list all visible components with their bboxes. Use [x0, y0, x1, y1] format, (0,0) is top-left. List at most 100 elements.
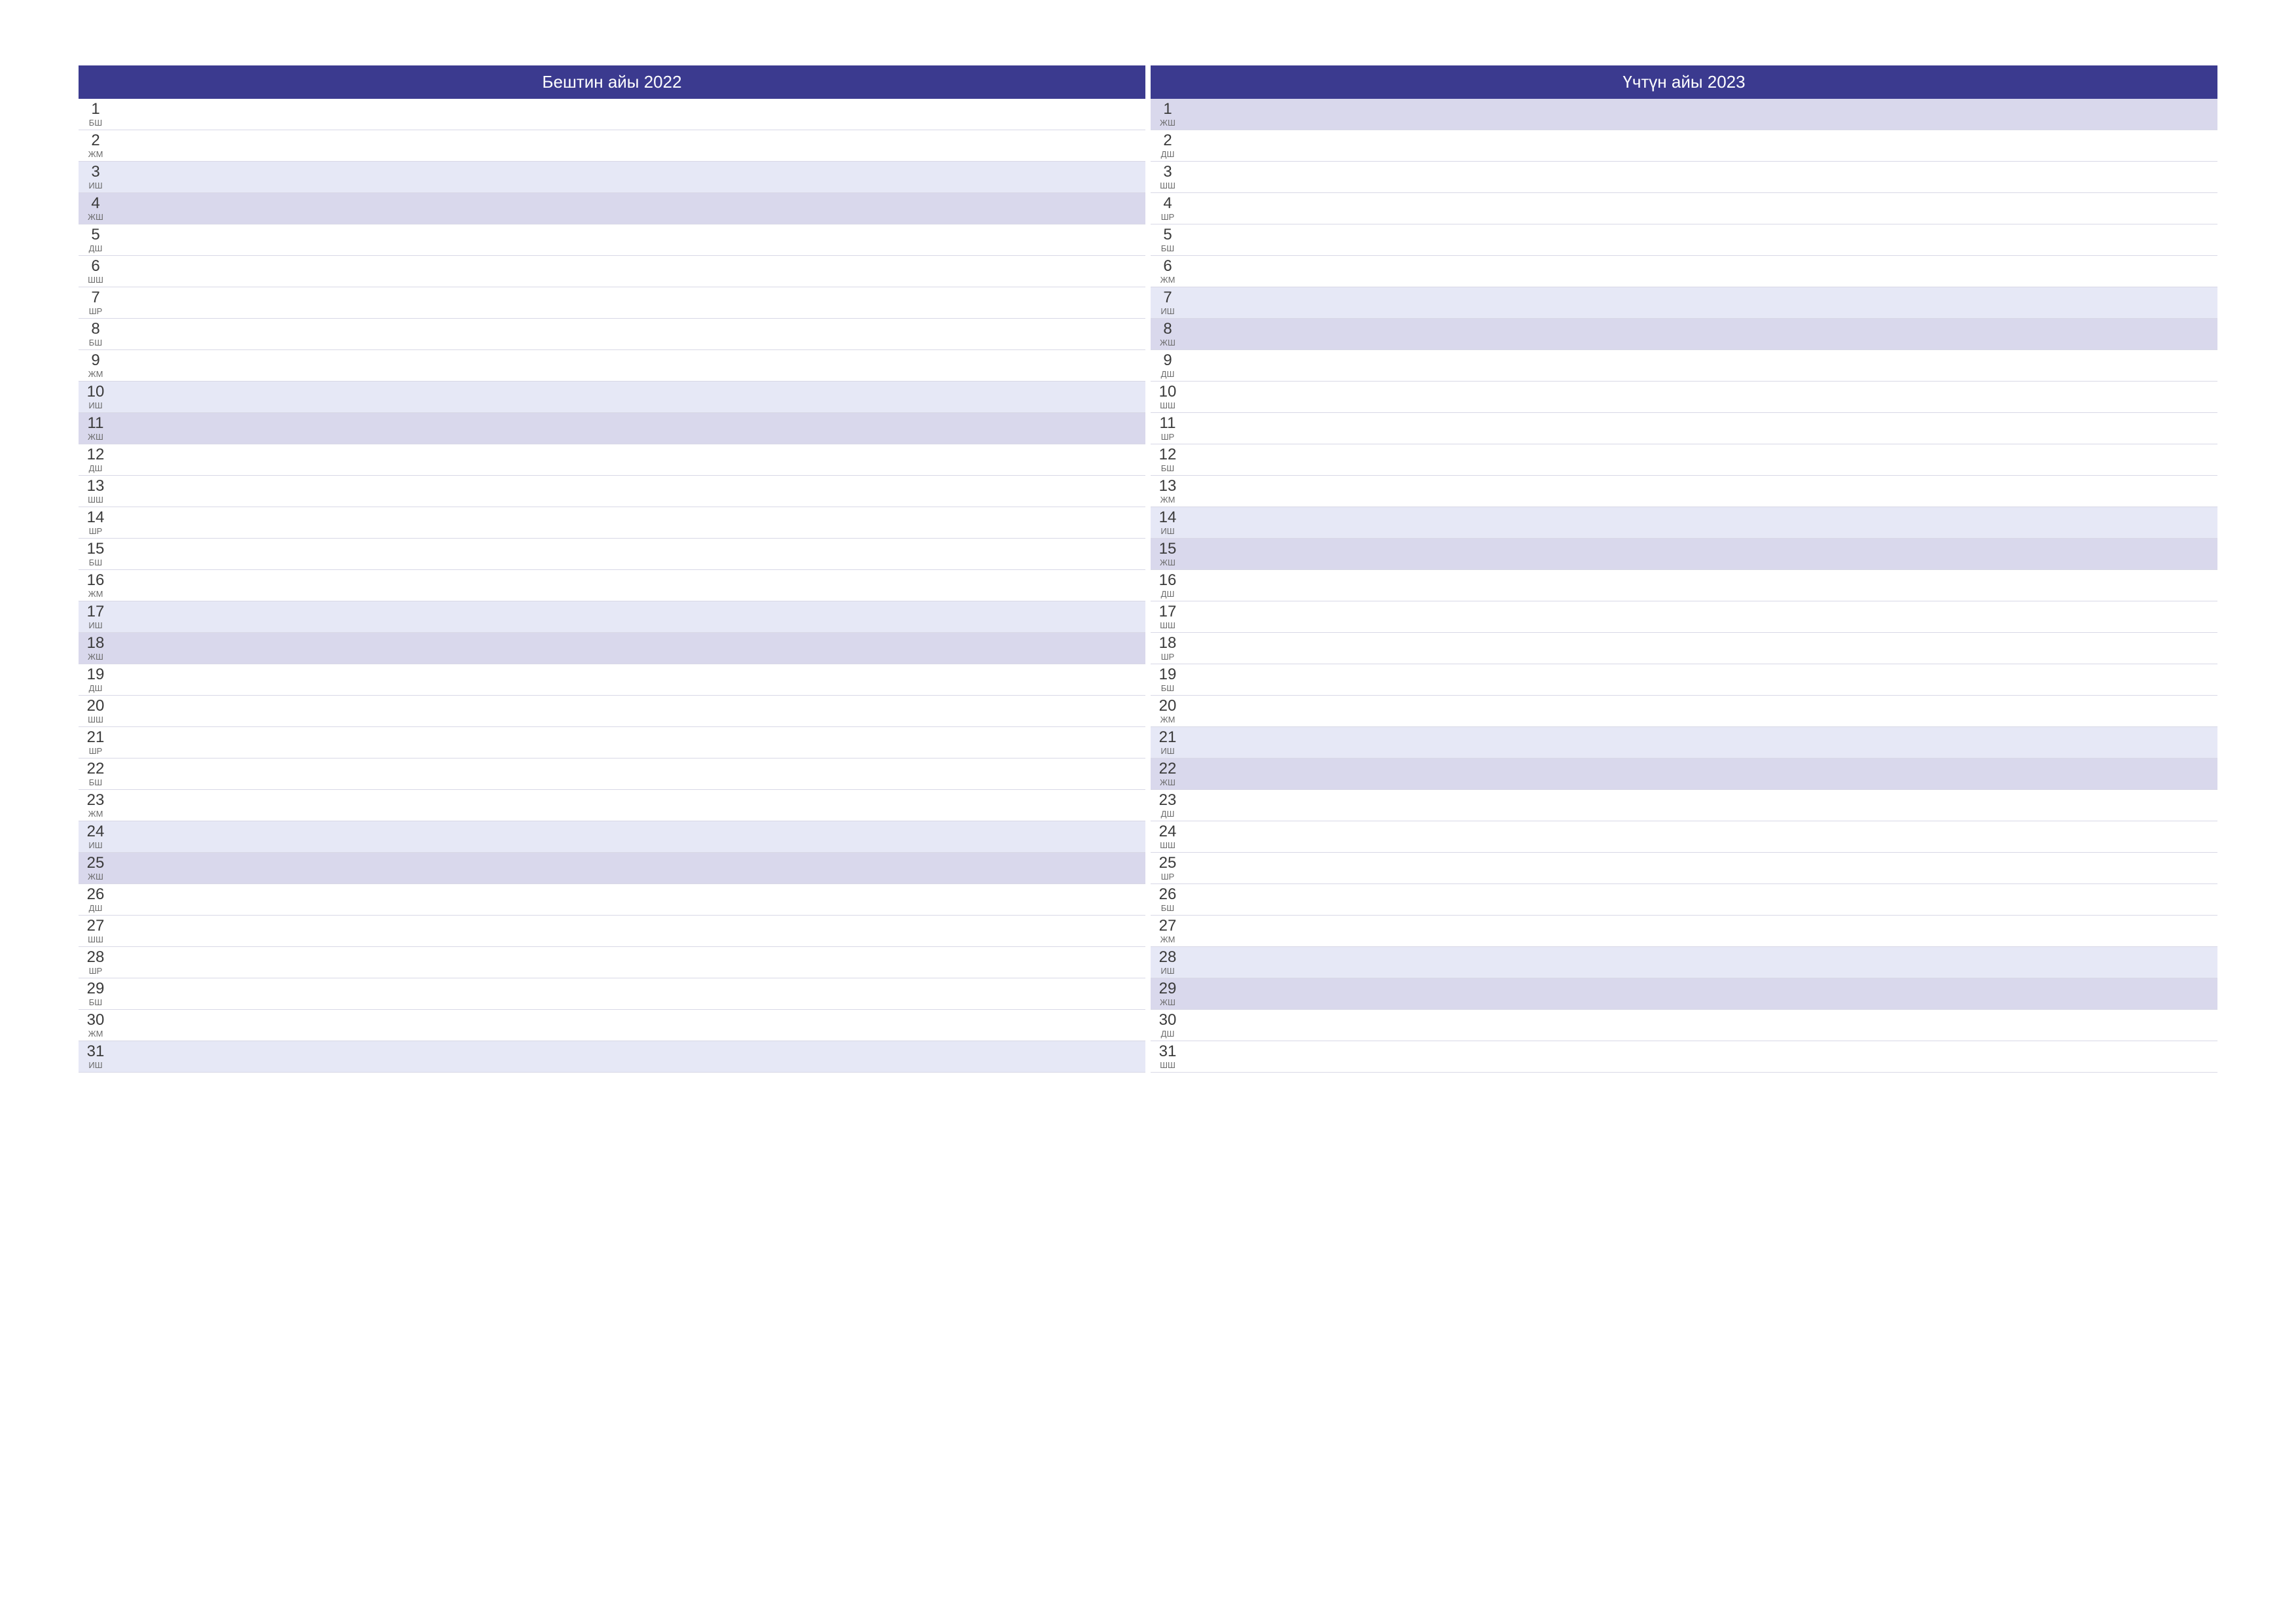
day-label: 8БШ: [79, 319, 113, 349]
day-space: [1185, 758, 2217, 789]
day-number: 18: [1159, 635, 1177, 651]
day-abbr: ИШ: [88, 181, 102, 190]
day-number: 18: [87, 635, 105, 651]
day-abbr: ИШ: [1160, 307, 1174, 315]
day-label: 20ШШ: [79, 696, 113, 726]
day-label: 31ШШ: [1151, 1041, 1185, 1072]
day-number: 3: [1163, 164, 1172, 180]
day-row: 28ИШ: [1151, 947, 2217, 978]
day-space: [1185, 256, 2217, 287]
day-row: 1ЖШ: [1151, 99, 2217, 130]
day-abbr: ЖМ: [88, 150, 103, 158]
day-abbr: ШШ: [88, 715, 103, 724]
day-label: 29ЖШ: [1151, 978, 1185, 1009]
day-space: [1185, 916, 2217, 946]
day-label: 11ШР: [1151, 413, 1185, 444]
day-abbr: ЖШ: [1160, 338, 1175, 347]
day-abbr: ЖМ: [1160, 495, 1175, 504]
day-space: [1185, 287, 2217, 318]
day-label: 27ЖМ: [1151, 916, 1185, 946]
day-abbr: ШР: [1161, 652, 1175, 661]
day-label: 10ИШ: [79, 382, 113, 412]
day-space: [1185, 664, 2217, 695]
day-space: [1185, 444, 2217, 475]
day-abbr: ЖШ: [88, 652, 103, 661]
day-row: 25ЖШ: [79, 853, 1145, 884]
day-abbr: ДШ: [89, 904, 103, 912]
day-row: 4ЖШ: [79, 193, 1145, 224]
day-row: 24ИШ: [79, 821, 1145, 853]
day-row: 9ЖМ: [79, 350, 1145, 382]
day-space: [113, 947, 1145, 978]
day-label: 15БШ: [79, 539, 113, 569]
day-abbr: БШ: [89, 118, 102, 127]
day-row: 18ШР: [1151, 633, 2217, 664]
day-row: 31ИШ: [79, 1041, 1145, 1073]
day-label: 24ШШ: [1151, 821, 1185, 852]
day-row: 1БШ: [79, 99, 1145, 130]
day-row: 5БШ: [1151, 224, 2217, 256]
day-row: 16ДШ: [1151, 570, 2217, 601]
day-row: 13ШШ: [79, 476, 1145, 507]
day-number: 13: [87, 478, 105, 494]
day-number: 9: [91, 353, 99, 368]
day-abbr: ИШ: [88, 841, 102, 849]
day-space: [113, 978, 1145, 1009]
day-abbr: БШ: [89, 338, 102, 347]
day-abbr: ШШ: [88, 495, 103, 504]
day-number: 22: [87, 761, 105, 777]
day-number: 14: [1159, 510, 1177, 526]
day-number: 10: [87, 384, 105, 400]
day-label: 22ЖШ: [1151, 758, 1185, 789]
day-space: [113, 696, 1145, 726]
day-label: 22БШ: [79, 758, 113, 789]
day-abbr: ШР: [89, 527, 103, 535]
day-space: [113, 507, 1145, 538]
day-label: 9ЖМ: [79, 350, 113, 381]
day-abbr: ШШ: [1160, 181, 1175, 190]
day-space: [113, 382, 1145, 412]
day-space: [1185, 696, 2217, 726]
day-space: [1185, 727, 2217, 758]
day-label: 14ШР: [79, 507, 113, 538]
day-space: [113, 162, 1145, 192]
day-label: 20ЖМ: [1151, 696, 1185, 726]
day-number: 26: [1159, 887, 1177, 902]
day-space: [113, 601, 1145, 632]
day-number: 1: [1163, 101, 1172, 117]
day-row: 7ИШ: [1151, 287, 2217, 319]
day-number: 28: [1159, 950, 1177, 965]
day-number: 30: [1159, 1012, 1177, 1028]
day-row: 8ЖШ: [1151, 319, 2217, 350]
day-number: 4: [91, 196, 99, 211]
day-space: [113, 539, 1145, 569]
day-space: [1185, 413, 2217, 444]
day-abbr: ЖМ: [1160, 715, 1175, 724]
day-number: 4: [1163, 196, 1172, 211]
day-label: 6ШШ: [79, 256, 113, 287]
day-space: [1185, 853, 2217, 883]
day-row: 8БШ: [79, 319, 1145, 350]
day-row: 19БШ: [1151, 664, 2217, 696]
day-abbr: ИШ: [1160, 527, 1174, 535]
day-space: [113, 256, 1145, 287]
day-number: 29: [87, 981, 105, 997]
day-space: [113, 224, 1145, 255]
day-space: [113, 758, 1145, 789]
day-row: 29ЖШ: [1151, 978, 2217, 1010]
day-space: [1185, 130, 2217, 161]
day-row: 25ШР: [1151, 853, 2217, 884]
day-row: 22БШ: [79, 758, 1145, 790]
day-abbr: ДШ: [1161, 370, 1175, 378]
day-abbr: ШР: [1161, 872, 1175, 881]
day-number: 6: [91, 259, 99, 274]
day-number: 8: [1163, 321, 1172, 337]
day-abbr: ЖМ: [88, 1029, 103, 1038]
day-abbr: ЖМ: [88, 590, 103, 598]
day-number: 8: [91, 321, 99, 337]
day-row: 26БШ: [1151, 884, 2217, 916]
day-row: 23ЖМ: [79, 790, 1145, 821]
day-space: [1185, 476, 2217, 507]
day-label: 5БШ: [1151, 224, 1185, 255]
day-row: 7ШР: [79, 287, 1145, 319]
